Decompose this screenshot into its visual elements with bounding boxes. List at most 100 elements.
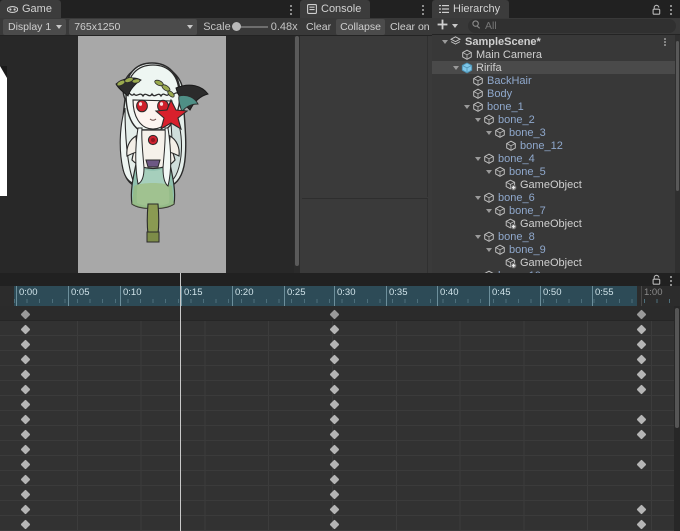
hierarchy-row-kebab-menu-icon[interactable] xyxy=(661,38,669,47)
tab-console[interactable]: Console xyxy=(300,0,371,18)
keyframe-diamond[interactable] xyxy=(329,354,339,364)
keyframe-diamond[interactable] xyxy=(329,459,339,469)
hierarchy-add-button[interactable] xyxy=(437,19,458,33)
timeline-ruler[interactable]: 0:00 0:05 0:10 0:15 0:20 0:25 0:30 0:35 0:40 0:45… xyxy=(0,286,680,306)
hierarchy-item-ririfa[interactable]: Ririfa xyxy=(432,61,680,74)
hierarchy-item-bone-1[interactable]: bone_1 xyxy=(432,100,680,113)
keyframe-diamond[interactable] xyxy=(636,459,646,469)
hierarchy-lock-icon[interactable] xyxy=(651,4,662,15)
timeline-tracks[interactable] xyxy=(0,306,680,531)
twisty-expanded-icon[interactable] xyxy=(440,35,449,48)
game-view[interactable] xyxy=(0,36,294,273)
hierarchy-search-input[interactable]: All xyxy=(468,19,676,33)
timeline-track-row[interactable] xyxy=(0,426,680,441)
console-message-list[interactable] xyxy=(302,36,428,197)
keyframe-diamond[interactable] xyxy=(636,414,646,424)
keyframe-diamond[interactable] xyxy=(636,339,646,349)
console-clear-on-button[interactable]: Clear on xyxy=(386,19,434,35)
keyframe-diamond[interactable] xyxy=(20,429,30,439)
console-detail-pane[interactable] xyxy=(302,198,428,273)
keyframe-diamond[interactable] xyxy=(636,519,646,529)
twisty-expanded-icon[interactable] xyxy=(473,191,482,204)
scale-control[interactable]: Scale 0.48x xyxy=(203,21,297,33)
twisty-expanded-icon[interactable] xyxy=(462,100,471,113)
timeline-scrollbar[interactable] xyxy=(674,306,680,531)
keyframe-diamond[interactable] xyxy=(20,489,30,499)
keyframe-diamond[interactable] xyxy=(636,309,646,319)
timeline-track-row[interactable] xyxy=(0,456,680,471)
keyframe-diamond[interactable] xyxy=(329,339,339,349)
keyframe-diamond[interactable] xyxy=(20,309,30,319)
console-kebab-menu-icon[interactable] xyxy=(418,3,428,16)
keyframe-diamond[interactable] xyxy=(329,414,339,424)
timeline-track-row[interactable] xyxy=(0,351,680,366)
keyframe-diamond[interactable] xyxy=(20,369,30,379)
hierarchy-item-main-camera[interactable]: Main Camera xyxy=(432,48,680,61)
keyframe-diamond[interactable] xyxy=(636,354,646,364)
twisty-expanded-icon[interactable] xyxy=(484,204,493,217)
scale-slider-knob[interactable] xyxy=(231,21,241,31)
hierarchy-item-gameobject[interactable]: GameObject xyxy=(432,178,680,191)
hierarchy-kebab-menu-icon[interactable] xyxy=(666,3,676,16)
hierarchy-item-gameobject[interactable]: GameObject xyxy=(432,256,680,269)
keyframe-diamond[interactable] xyxy=(329,399,339,409)
scrollbar-thumb[interactable] xyxy=(675,308,679,428)
timeline-track-row[interactable] xyxy=(0,411,680,426)
keyframe-diamond[interactable] xyxy=(20,444,30,454)
game-render-canvas[interactable] xyxy=(78,36,226,273)
keyframe-diamond[interactable] xyxy=(20,459,30,469)
tab-game[interactable]: Game xyxy=(0,0,61,18)
keyframe-diamond[interactable] xyxy=(636,384,646,394)
keyframe-diamond[interactable] xyxy=(329,474,339,484)
keyframe-diamond[interactable] xyxy=(20,519,30,529)
tab-hierarchy[interactable]: Hierarchy xyxy=(432,0,510,18)
hierarchy-item-bone-8[interactable]: bone_8 xyxy=(432,230,680,243)
twisty-expanded-icon[interactable] xyxy=(473,152,482,165)
hierarchy-item-bone-9[interactable]: bone_9 xyxy=(432,243,680,256)
keyframe-diamond[interactable] xyxy=(329,519,339,529)
hierarchy-item-bone-3[interactable]: bone_3 xyxy=(432,126,680,139)
keyframe-diamond[interactable] xyxy=(20,414,30,424)
keyframe-diamond[interactable] xyxy=(20,324,30,334)
hierarchy-scrollbar[interactable] xyxy=(675,35,680,273)
timeline-track-row[interactable] xyxy=(0,486,680,501)
resolution-dropdown[interactable]: 765x1250 xyxy=(69,18,198,35)
hierarchy-item-backhair[interactable]: BackHair xyxy=(432,74,680,87)
keyframe-diamond[interactable] xyxy=(636,429,646,439)
keyframe-diamond[interactable] xyxy=(20,339,30,349)
scrollbar-thumb[interactable] xyxy=(295,36,299,266)
timeline-track-row[interactable] xyxy=(0,441,680,456)
twisty-expanded-icon[interactable] xyxy=(484,165,493,178)
timeline-track-row[interactable] xyxy=(0,306,680,321)
keyframe-diamond[interactable] xyxy=(329,369,339,379)
timeline-track-row[interactable] xyxy=(0,516,680,531)
scale-slider[interactable] xyxy=(231,21,268,31)
game-kebab-menu-icon[interactable] xyxy=(286,3,296,16)
keyframe-diamond[interactable] xyxy=(329,444,339,454)
keyframe-diamond[interactable] xyxy=(20,474,30,484)
timeline-track-row[interactable] xyxy=(0,501,680,516)
hierarchy-item-bone-2[interactable]: bone_2 xyxy=(432,113,680,126)
timeline-track-row[interactable] xyxy=(0,396,680,411)
timeline-track-row[interactable] xyxy=(0,336,680,351)
hierarchy-item-gameobject[interactable]: GameObject xyxy=(432,217,680,230)
hierarchy-item-bone-6[interactable]: bone_6 xyxy=(432,191,680,204)
twisty-expanded-icon[interactable] xyxy=(484,126,493,139)
keyframe-diamond[interactable] xyxy=(329,489,339,499)
keyframe-diamond[interactable] xyxy=(20,354,30,364)
keyframe-diamond[interactable] xyxy=(636,504,646,514)
hierarchy-tree[interactable]: SampleScene* Main Camera Ririfa BackHair Bod… xyxy=(432,35,680,273)
timeline-playhead[interactable] xyxy=(180,273,181,531)
keyframe-diamond[interactable] xyxy=(20,399,30,409)
keyframe-diamond[interactable] xyxy=(329,324,339,334)
keyframe-diamond[interactable] xyxy=(20,384,30,394)
timeline-track-row[interactable] xyxy=(0,381,680,396)
timeline-track-row[interactable] xyxy=(0,366,680,381)
hierarchy-item-samplescene-[interactable]: SampleScene* xyxy=(432,35,680,48)
hierarchy-item-bone-12[interactable]: bone_12 xyxy=(432,139,680,152)
keyframe-diamond[interactable] xyxy=(329,384,339,394)
hierarchy-item-bone-5[interactable]: bone_5 xyxy=(432,165,680,178)
keyframe-diamond[interactable] xyxy=(636,369,646,379)
timeline-track-row[interactable] xyxy=(0,471,680,486)
twisty-expanded-icon[interactable] xyxy=(484,243,493,256)
